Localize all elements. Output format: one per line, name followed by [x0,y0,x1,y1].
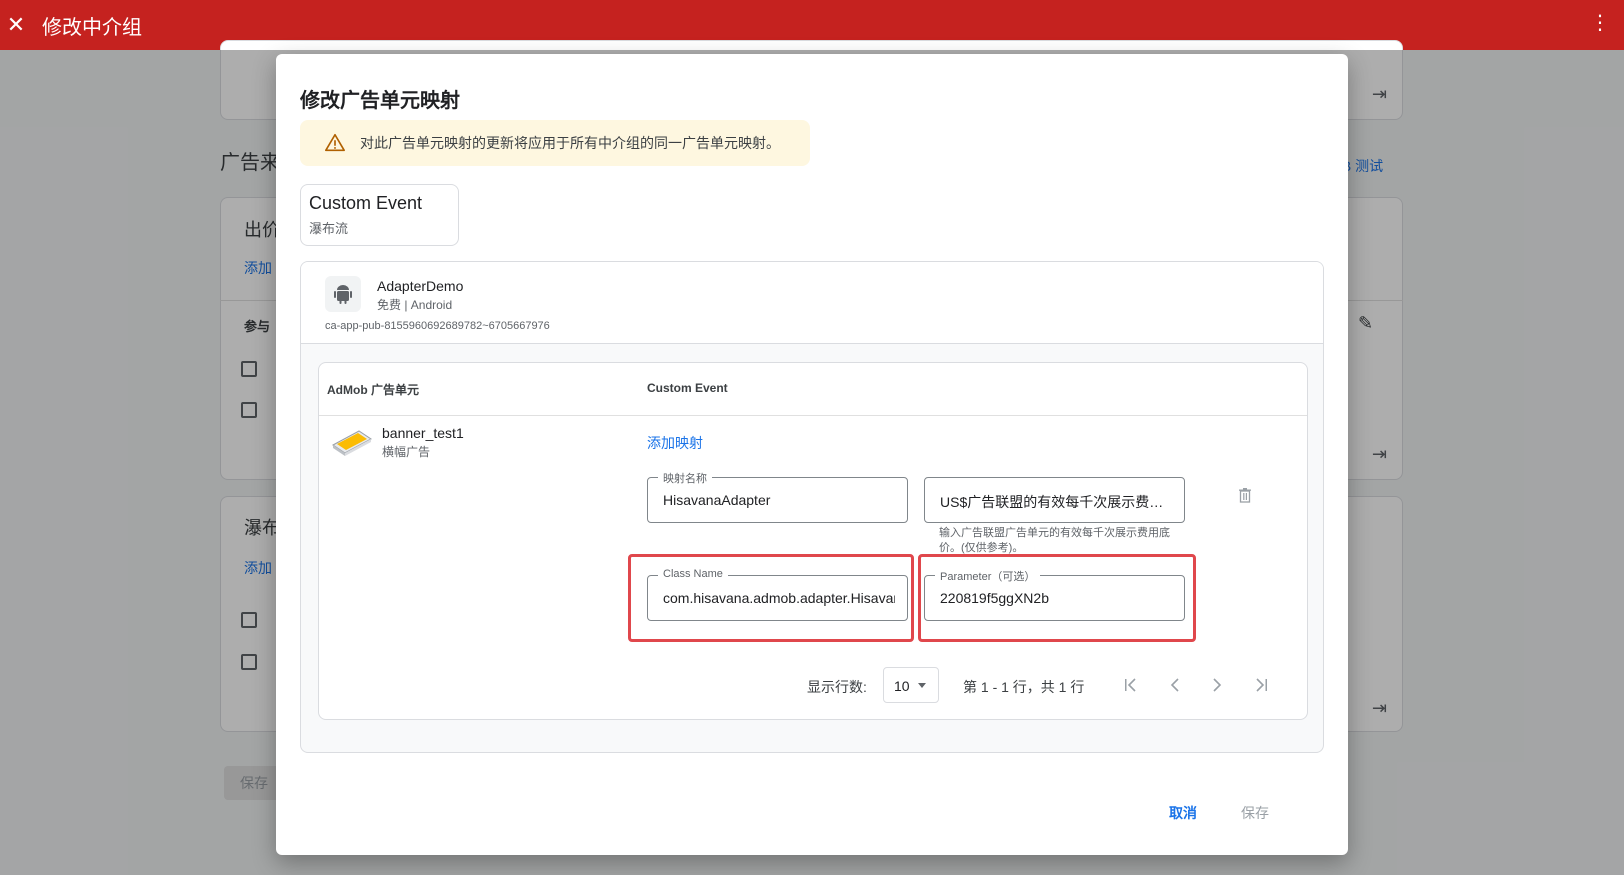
header-divider [319,415,1307,416]
first-page-icon[interactable] [1121,675,1141,695]
mapping-name-value: HisavanaAdapter [663,492,771,508]
prev-page-icon[interactable] [1165,675,1185,695]
delete-icon[interactable] [1237,487,1253,503]
last-page-icon[interactable] [1251,675,1271,695]
app-mapping-panel: AdapterDemo 免费 | Android ca-app-pub-8155… [300,261,1324,753]
page-title: 修改中介组 [42,16,142,39]
more-vert-icon[interactable]: ⋮ [1590,10,1610,35]
save-button[interactable]: 保存 [1241,803,1269,823]
col-admob-ad-unit: AdMob 广告单元 [327,383,419,397]
banner-ad-icon [332,430,372,456]
warning-text: 对此广告单元映射的更新将应用于所有中介组的同一广告单元映射。 [360,135,780,151]
add-mapping-link[interactable]: 添加映射 [647,433,703,453]
app-platform: 免费 | Android [377,298,453,312]
app-id: ca-app-pub-8155960692689782~6705667976 [325,320,550,332]
ecpm-hint: 输入广告联盟广告单元的有效每千次展示费用底价。(仅供参考)。 [939,527,1170,554]
warning-icon [325,133,345,152]
android-icon [325,276,361,312]
rows-per-page-value: 10 [894,678,910,694]
ad-source-name: Custom Event [309,193,423,213]
edit-ad-unit-mapping-dialog: 修改广告单元映射 对此广告单元映射的更新将应用于所有中介组的同一广告单元映射。 … [276,54,1348,855]
highlight-parameter [918,554,1196,642]
mapping-name-field[interactable]: 映射名称 HisavanaAdapter [647,470,908,523]
pagination-range: 第 1 - 1 行，共 1 行 [963,679,1085,695]
app-header: AdapterDemo 免费 | Android ca-app-pub-8155… [301,262,1323,344]
rows-per-page-label: 显示行数: [807,679,867,695]
next-page-icon[interactable] [1207,675,1227,695]
cancel-button[interactable]: 取消 [1169,803,1197,823]
ecpm-value: US$广告联盟的有效每千次展示费用... [940,494,1172,510]
app-name: AdapterDemo [377,278,464,294]
ecpm-field[interactable]: US$广告联盟的有效每千次展示费用... [924,477,1185,523]
close-icon[interactable]: ✕ [0,12,32,38]
warning-banner: 对此广告单元映射的更新将应用于所有中介组的同一广告单元映射。 [300,120,810,166]
highlight-class-name [628,554,914,642]
col-custom-event: Custom Event [647,381,728,395]
rows-per-page-select[interactable]: 10 [883,667,939,703]
dropdown-caret-icon [918,683,926,688]
ad-unit-format: 横幅广告 [382,445,431,459]
mapping-name-label: 映射名称 [658,470,712,486]
ad-source-chip: Custom Event 瀑布流 [300,184,459,246]
dialog-title: 修改广告单元映射 [300,90,460,112]
ad-unit-name: banner_test1 [382,425,464,441]
mapping-table: AdMob 广告单元 Custom Event banner_test1 横幅广… [318,362,1308,720]
ad-source-type: 瀑布流 [309,221,349,236]
